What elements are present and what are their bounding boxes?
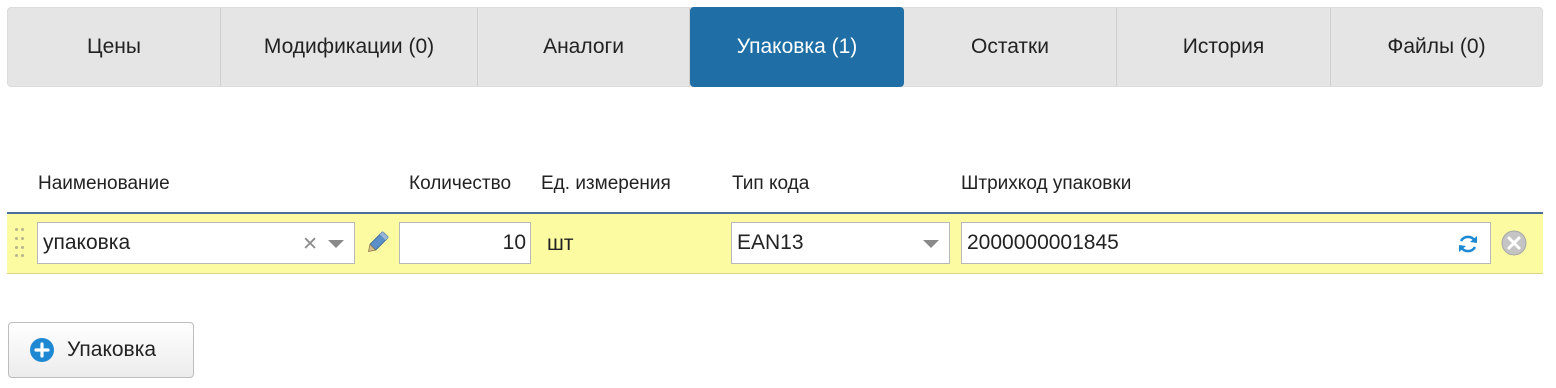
chevron-down-icon[interactable] bbox=[328, 240, 344, 248]
quantity-value: 10 bbox=[502, 231, 526, 254]
pencil-icon[interactable] bbox=[365, 230, 389, 256]
column-header-code-type: Тип кода bbox=[732, 173, 810, 194]
barcode-input[interactable]: 2000000001845 bbox=[961, 222, 1491, 264]
unit-value: шт bbox=[547, 232, 574, 255]
refresh-icon[interactable] bbox=[1456, 232, 1480, 256]
tab-analogs[interactable]: Аналоги bbox=[478, 8, 690, 86]
column-header-quantity: Количество bbox=[409, 173, 512, 194]
code-type-value: EAN13 bbox=[737, 231, 804, 254]
tab-files[interactable]: Файлы (0) bbox=[1331, 8, 1542, 86]
drag-handle-icon[interactable] bbox=[15, 228, 25, 260]
remove-icon[interactable] bbox=[1501, 230, 1527, 256]
packaging-row: упаковка ✕ 10 шт EAN13 2000000001845 bbox=[7, 212, 1543, 274]
tab-prices[interactable]: Цены bbox=[8, 8, 221, 86]
tab-history[interactable]: История bbox=[1117, 8, 1331, 86]
add-packaging-label: Упаковка bbox=[67, 338, 157, 361]
tab-stock[interactable]: Остатки bbox=[904, 8, 1117, 86]
column-header-barcode: Штрихкод упаковки bbox=[961, 173, 1132, 194]
quantity-input[interactable]: 10 bbox=[399, 222, 531, 264]
name-value: упаковка bbox=[43, 231, 131, 254]
clear-icon[interactable]: ✕ bbox=[302, 233, 318, 256]
column-header-unit: Ед. измерения bbox=[541, 173, 671, 194]
tab-bar: Цены Модификации (0) Аналоги Упаковка (1… bbox=[7, 7, 1543, 87]
code-type-select[interactable]: EAN13 bbox=[731, 222, 950, 264]
plus-circle-icon bbox=[30, 338, 54, 362]
column-header-name: Наименование bbox=[38, 173, 170, 194]
name-select[interactable]: упаковка ✕ bbox=[37, 222, 355, 264]
tab-modifications[interactable]: Модификации (0) bbox=[221, 8, 478, 86]
chevron-down-icon[interactable] bbox=[923, 240, 939, 248]
tab-packaging[interactable]: Упаковка (1) bbox=[690, 7, 904, 87]
add-packaging-button[interactable]: Упаковка bbox=[8, 322, 194, 378]
barcode-value: 2000000001845 bbox=[967, 231, 1119, 254]
